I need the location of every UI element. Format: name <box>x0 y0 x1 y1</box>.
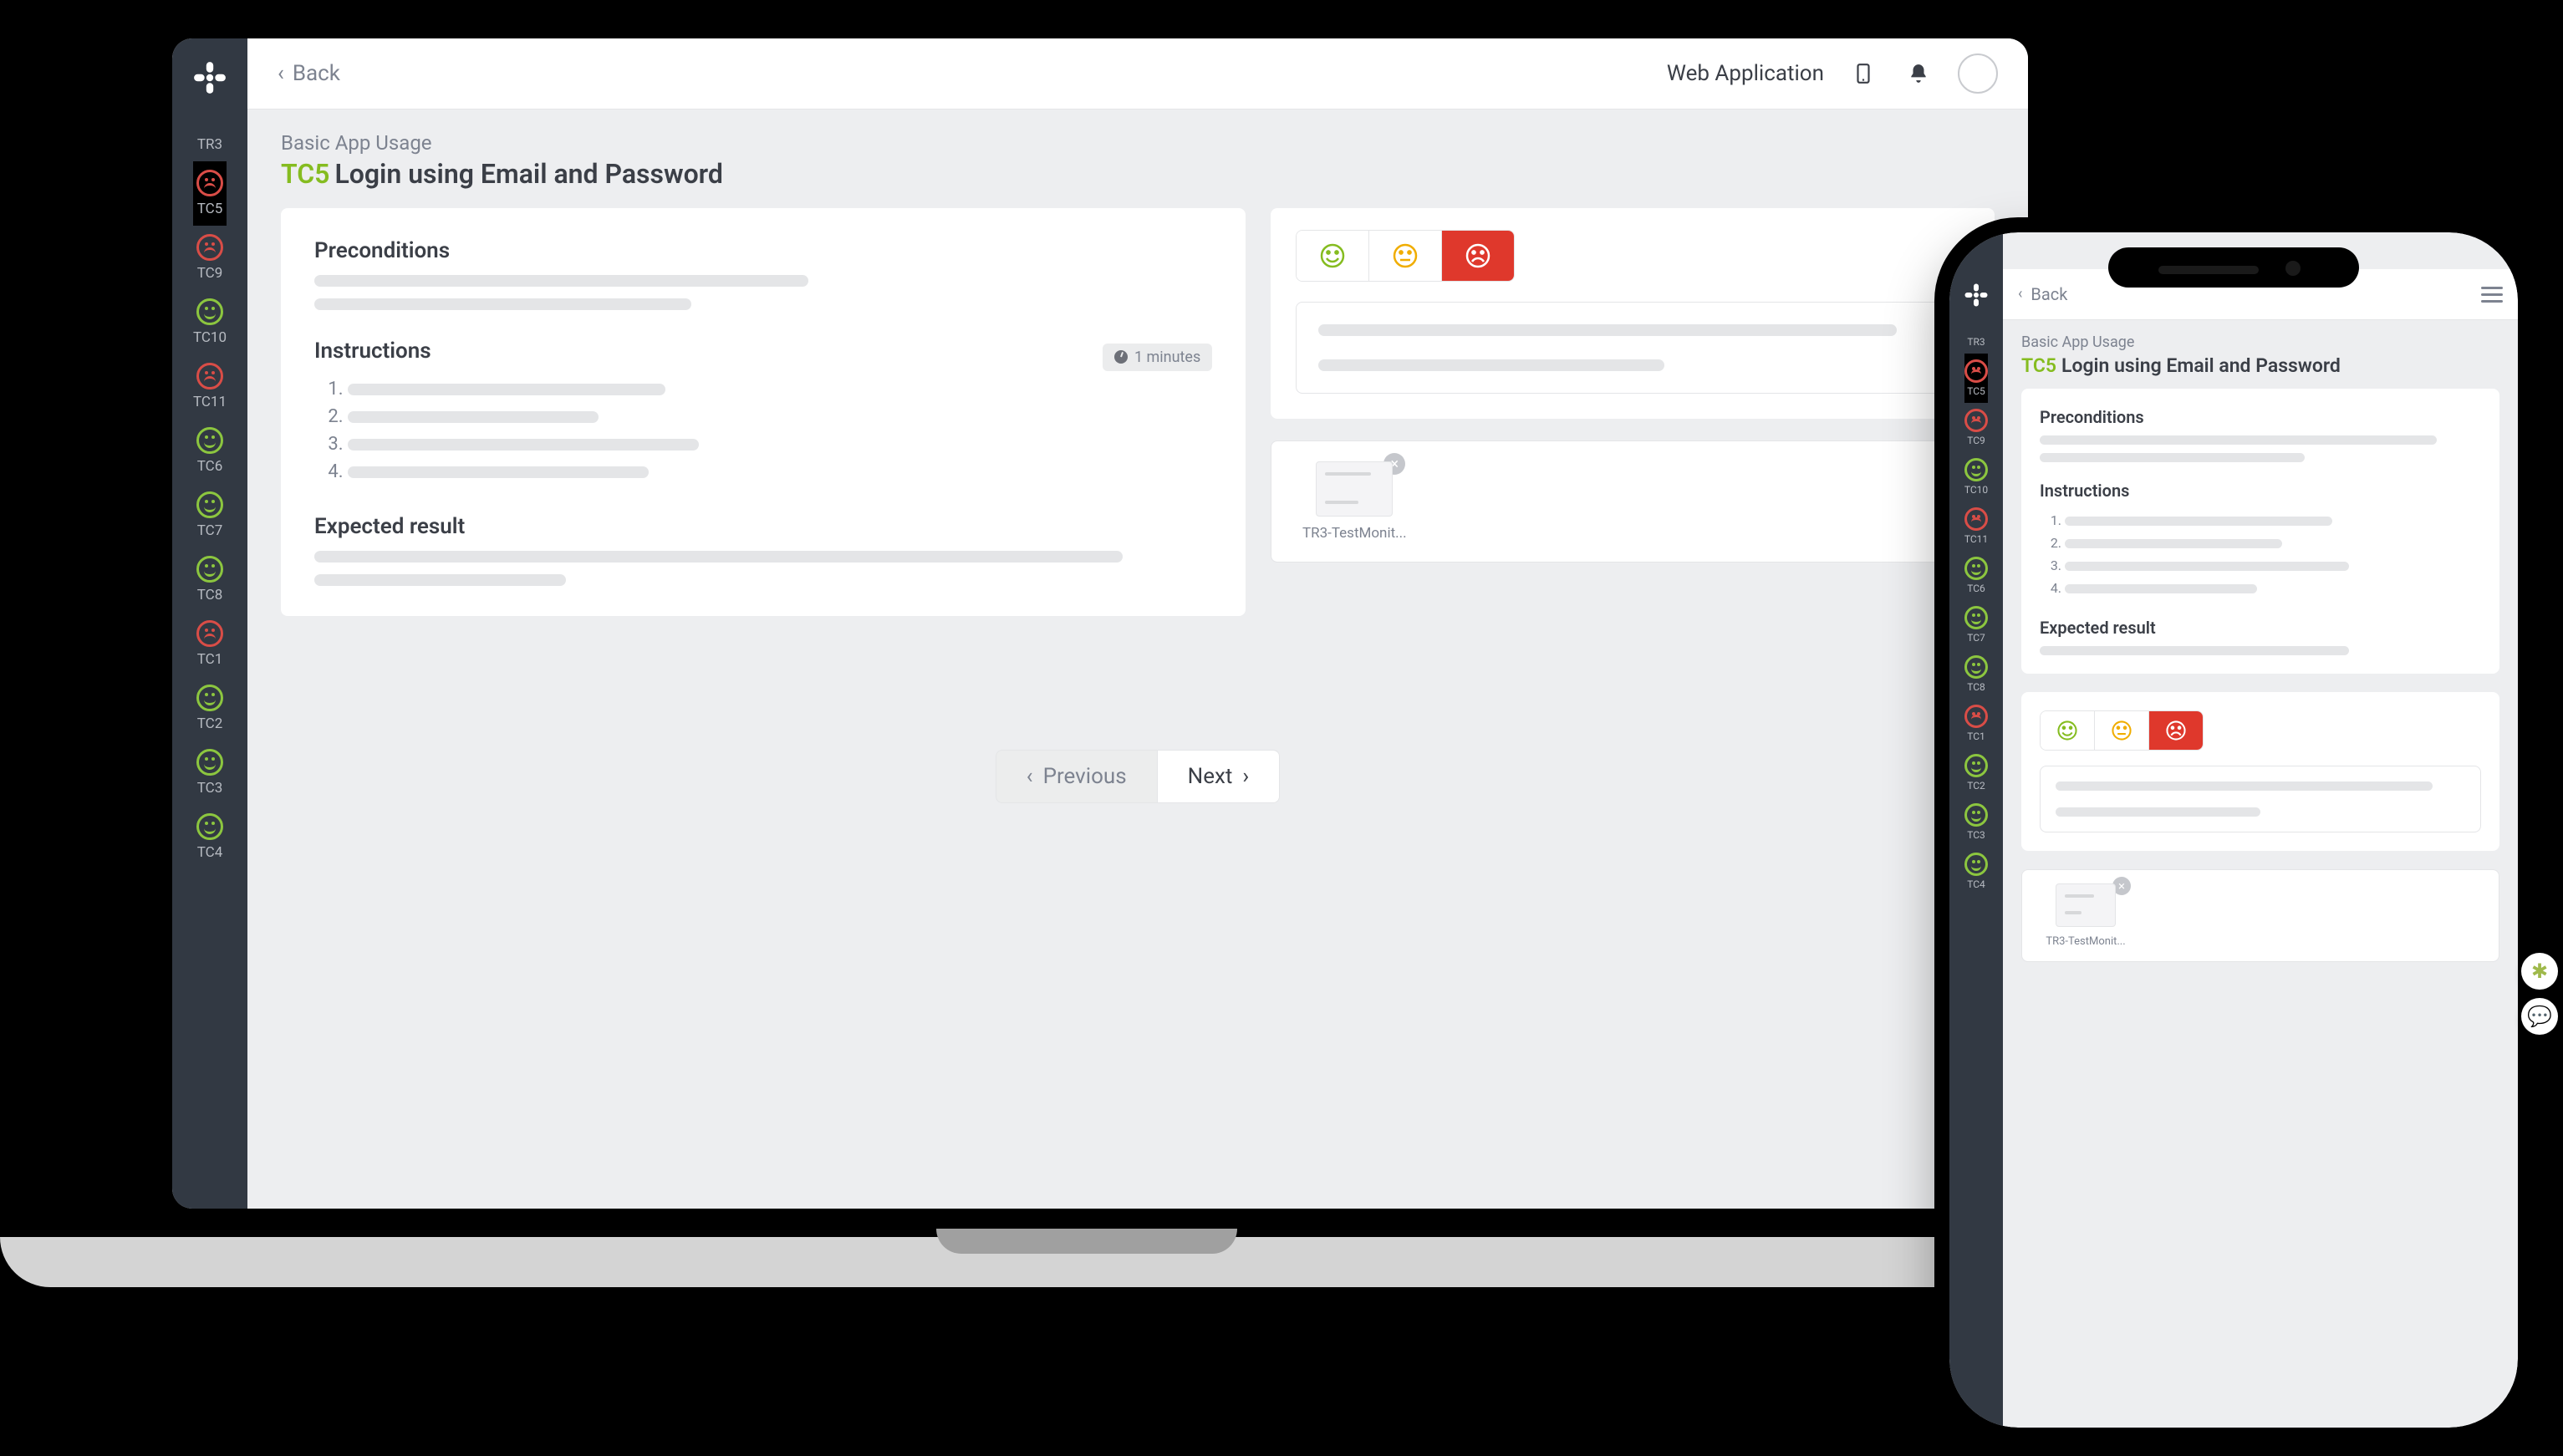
sidebar-item-tc7[interactable]: TC7 <box>193 483 227 547</box>
chevron-right-icon: › <box>1242 764 1249 789</box>
attachment-filename: TR3-TestMonit... <box>2046 935 2125 948</box>
instruction-steps <box>314 375 1212 486</box>
sidebar-item-tc2[interactable]: TC2 <box>193 676 227 741</box>
attachments-card: × TR3-TestMonit... <box>1271 440 1995 563</box>
sidebar-item-tc4[interactable]: TC4 <box>193 805 227 869</box>
attachment-item[interactable]: × TR3-TestMonit... <box>2036 883 2136 948</box>
sidebar-item-tc3[interactable]: TC3 <box>193 741 227 805</box>
instructions-heading: Instructions <box>2040 481 2481 501</box>
pager: ‹ Previous Next › <box>281 750 1995 803</box>
laptop-mockup: TR3TC5TC9TC10TC11TC6TC7TC8TC1TC2TC3TC4 ‹… <box>0 0 2173 1287</box>
sidebar-item-tc11[interactable]: TC11 <box>193 354 227 419</box>
attachment-thumbnail <box>1316 461 1393 517</box>
chevron-left-icon: ‹ <box>1027 764 1033 789</box>
previous-button[interactable]: ‹ Previous <box>996 750 1158 803</box>
result-button-group <box>1296 230 1515 282</box>
sidebar-item-tc5[interactable]: TC5 <box>193 161 227 226</box>
caution-button[interactable] <box>2095 711 2149 750</box>
notifications-icon[interactable] <box>1903 58 1934 89</box>
sidebar-item-tc11[interactable]: TC11 <box>1964 501 1988 551</box>
testcase-category: Basic App Usage <box>2021 333 2499 351</box>
caution-button[interactable] <box>1369 231 1442 281</box>
expected-heading: Expected result <box>2040 618 2481 638</box>
back-label: Back <box>293 61 340 86</box>
sidebar: TR3TC5TC9TC10TC11TC6TC7TC8TC1TC2TC3TC4 <box>172 38 247 1209</box>
sidebar-item-tc10[interactable]: TC10 <box>193 290 227 354</box>
clock-icon <box>1114 350 1128 364</box>
expected-heading: Expected result <box>314 514 1212 539</box>
app-logo-icon <box>192 60 227 95</box>
attachment-thumbnail <box>2056 883 2116 927</box>
instructions-heading: Instructions <box>314 339 431 364</box>
title-strip: Basic App Usage TC5Login using Email and… <box>247 109 2028 208</box>
fail-button[interactable] <box>1442 231 1514 281</box>
phone-mockup: TR3TC5TC9TC10TC11TC6TC7TC8TC1TC2TC3TC4 ‹… <box>1934 217 2533 1443</box>
result-card <box>2021 692 2499 851</box>
app-desktop: TR3TC5TC9TC10TC11TC6TC7TC8TC1TC2TC3TC4 ‹… <box>172 38 2028 1209</box>
device-icon[interactable] <box>1847 58 1879 89</box>
sidebar-item-tc9[interactable]: TC9 <box>193 226 227 290</box>
testcase-title: TC5Login using Email and Password <box>281 158 1995 190</box>
attachment-item[interactable]: × TR3-TestMonit... <box>1292 461 1417 542</box>
duration-chip: 1 minutes <box>1103 344 1212 371</box>
back-button[interactable]: ‹ Back <box>278 61 340 86</box>
pass-button[interactable] <box>2041 711 2095 750</box>
app-mobile: TR3TC5TC9TC10TC11TC6TC7TC8TC1TC2TC3TC4 ‹… <box>1949 232 2518 1428</box>
sidebar-item-tc2[interactable]: TC2 <box>1964 748 1988 797</box>
project-name: Web Application <box>1667 61 1824 86</box>
attachments-card: × TR3-TestMonit... <box>2021 869 2499 962</box>
sidebar-item-tc8[interactable]: TC8 <box>1964 649 1988 699</box>
pass-button[interactable] <box>1297 231 1369 281</box>
fail-button[interactable] <box>2149 711 2203 750</box>
preconditions-heading: Preconditions <box>314 238 1212 263</box>
bug-icon[interactable]: ✱ <box>2521 953 2558 990</box>
result-card <box>1271 208 1995 419</box>
details-card: Preconditions Instructions <box>2021 389 2499 674</box>
sidebar-item-tc4[interactable]: TC4 <box>1964 847 1988 896</box>
sidebar-item-tc1[interactable]: TC1 <box>1964 699 1988 748</box>
app-logo-icon <box>1964 283 1989 308</box>
next-button[interactable]: Next › <box>1158 750 1281 803</box>
sidebar-item-tc10[interactable]: TC10 <box>1964 452 1988 501</box>
result-notes[interactable] <box>2040 766 2481 832</box>
chat-icon[interactable]: 💬 <box>2521 998 2558 1035</box>
sidebar-item-tc3[interactable]: TC3 <box>1964 797 1988 847</box>
chevron-left-icon: ‹ <box>2018 287 2022 302</box>
sidebar-item-tc9[interactable]: TC9 <box>1964 403 1988 452</box>
sidebar-item-tc1[interactable]: TC1 <box>193 612 227 676</box>
attachment-filename: TR3-TestMonit... <box>1302 525 1407 542</box>
avatar[interactable] <box>1958 53 1998 94</box>
testcase-title: TC5Login using Email and Password <box>2021 354 2499 377</box>
testcase-code: TC5 <box>281 158 329 190</box>
sidebar-item-tr3[interactable]: TR3 <box>1964 328 1988 354</box>
sidebar-item-tc7[interactable]: TC7 <box>1964 600 1988 649</box>
sidebar-item-tc5[interactable]: TC5 <box>1964 354 1988 403</box>
details-card: Preconditions Instructions 1 minutes <box>281 208 1246 616</box>
menu-icon[interactable] <box>2481 287 2503 303</box>
sidebar-item-tc6[interactable]: TC6 <box>193 419 227 483</box>
sidebar-mobile: TR3TC5TC9TC10TC11TC6TC7TC8TC1TC2TC3TC4 <box>1949 232 2003 1428</box>
preconditions-heading: Preconditions <box>2040 407 2481 427</box>
floating-actions: ✱ 💬 <box>2521 953 2558 1035</box>
chevron-left-icon: ‹ <box>278 63 284 84</box>
sidebar-item-tc6[interactable]: TC6 <box>1964 551 1988 600</box>
testcase-category: Basic App Usage <box>281 131 1995 155</box>
back-button[interactable]: ‹ Back <box>2018 284 2067 304</box>
sidebar-item-tr3[interactable]: TR3 <box>193 124 227 161</box>
result-notes[interactable] <box>1296 302 1969 394</box>
topbar: ‹ Back Web Application <box>247 38 2028 109</box>
sidebar-item-tc8[interactable]: TC8 <box>193 547 227 612</box>
